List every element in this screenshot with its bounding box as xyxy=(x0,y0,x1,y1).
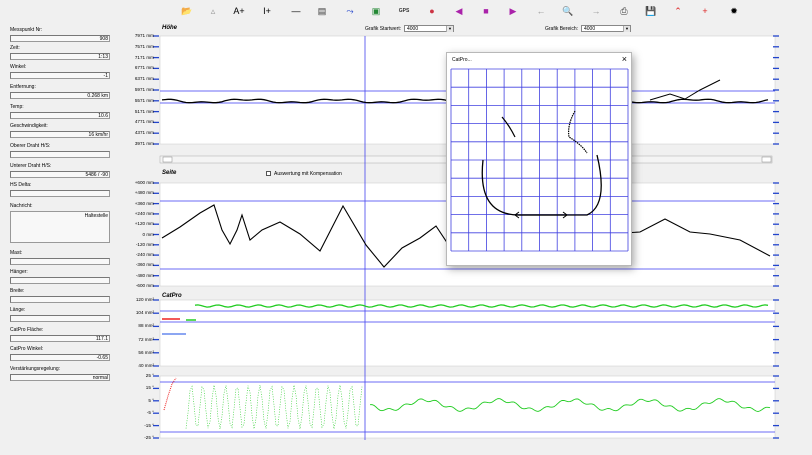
y-tick-label: +360 mm xyxy=(134,200,154,206)
y-tick-label: +480 mm xyxy=(134,190,154,196)
y-tick-label: -5 ° xyxy=(146,410,154,416)
y-tick-label: 4371 mm xyxy=(134,130,154,136)
contact-profile-curve xyxy=(481,154,602,216)
y-tick-label: 40 mm² xyxy=(138,363,154,368)
y-tick-label: -120 mm xyxy=(135,241,154,247)
y-tick-label: -480 mm xyxy=(135,272,154,278)
y-tick-label: 25 ° xyxy=(145,373,154,378)
y-tick-label: 88 mm² xyxy=(138,323,154,329)
y-tick-label: +120 mm xyxy=(134,221,154,227)
y-tick-label: 56 mm² xyxy=(138,349,154,355)
y-tick-label: 7971 mm xyxy=(134,33,154,38)
y-tick-label: 5 ° xyxy=(148,397,154,403)
y-tick-label: 5171 mm xyxy=(134,108,154,114)
wire-right-trace xyxy=(568,110,588,154)
y-tick-label: 120 mm² xyxy=(135,297,154,302)
y-tick-label: 0 mm xyxy=(142,231,154,237)
scroll-left-button xyxy=(162,156,173,163)
y-tick-label: 4771 mm xyxy=(134,119,154,125)
catpro-profile-plot xyxy=(450,68,629,252)
catpro-window-title: CatPro... xyxy=(452,57,472,63)
y-tick-label: -15 ° xyxy=(144,422,154,428)
scroll-right-button xyxy=(761,156,772,163)
close-icon[interactable]: × xyxy=(622,54,627,64)
y-tick-label: 6371 mm xyxy=(134,76,154,82)
y-tick-label: 104 mm² xyxy=(135,310,154,316)
plot-background xyxy=(159,375,776,439)
y-tick-label: 5971 mm xyxy=(134,87,154,92)
y-tick-label: -240 mm xyxy=(135,252,154,258)
y-tick-label: 7571 mm xyxy=(134,43,154,49)
y-tick-label: -600 mm xyxy=(135,283,154,288)
plot-background xyxy=(159,299,776,367)
y-tick-label: 3971 mm xyxy=(134,141,154,146)
y-tick-label: 6771 mm xyxy=(134,65,154,71)
y-tick-label: -360 mm xyxy=(135,262,154,268)
catpro-window[interactable]: CatPro... × xyxy=(446,52,632,266)
y-tick-label: 5571 mm xyxy=(134,97,154,103)
y-tick-label: +600 mm xyxy=(134,180,154,185)
y-tick-label: 7171 mm xyxy=(134,54,154,60)
y-tick-label: 15 ° xyxy=(145,385,154,391)
y-tick-label: -25 ° xyxy=(144,435,154,440)
y-tick-label: +240 mm xyxy=(134,210,154,216)
y-tick-label: 72 mm² xyxy=(138,336,154,342)
charts-area xyxy=(153,35,779,440)
